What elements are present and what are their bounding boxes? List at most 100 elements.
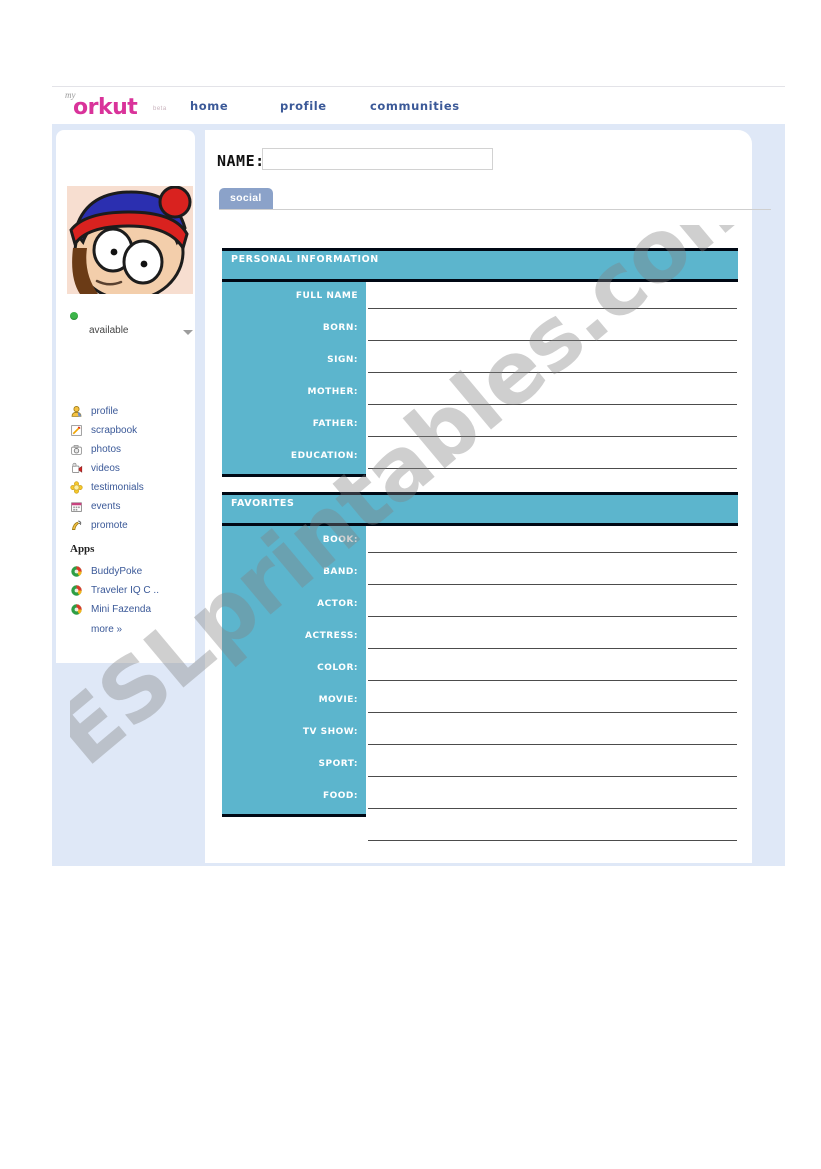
field-write-line <box>368 436 737 437</box>
field-label: FULL NAME <box>295 291 358 301</box>
field-write-line <box>368 552 737 553</box>
tab-social[interactable]: social <box>219 188 273 209</box>
field-label: TV SHOW: <box>302 727 358 737</box>
field-label: COLOR: <box>317 663 358 673</box>
orkut-logo[interactable]: my orkut beta <box>60 89 170 123</box>
field-write-line <box>368 680 737 681</box>
field-write-line <box>368 808 737 809</box>
field-row-actress[interactable]: ACTRESS: <box>222 622 738 654</box>
field-label: MOTHER: <box>307 387 358 397</box>
field-row-actor[interactable]: ACTOR: <box>222 590 738 622</box>
section-body: BOOK: BAND: ACTOR: ACTRESS: COLOR: MOVIE… <box>222 526 738 841</box>
camera-icon <box>71 445 82 455</box>
app-item-mini-fazenda[interactable]: Mini Fazenda <box>70 600 194 619</box>
section-header: PERSONAL INFORMATION <box>222 248 738 282</box>
field-label-cell: ACTRESS: <box>222 622 366 654</box>
video-camera-icon <box>72 462 83 473</box>
field-label-cell: FULL NAME <box>222 282 366 314</box>
sidebar-item-videos[interactable]: videos <box>70 459 194 478</box>
tab-bar: social <box>219 188 749 210</box>
field-label-cell: BAND: <box>222 558 366 590</box>
field-write-line <box>368 340 737 341</box>
sidebar-item-label: photos <box>91 444 122 455</box>
app-item-label: Mini Fazenda <box>91 604 152 615</box>
section-body: FULL NAME BORN: SIGN: MOTHER: FATHER: ED… <box>222 282 738 501</box>
section-title: FAVORITES <box>231 498 295 509</box>
status-selector[interactable]: available <box>67 312 193 344</box>
apps-list: BuddyPoke Traveler IQ C .. Mini Fazenda <box>70 562 194 619</box>
apps-more-link[interactable]: more » <box>91 624 122 635</box>
field-label-cell: MOVIE: <box>222 686 366 718</box>
tab-bar-divider <box>219 209 771 210</box>
field-row-color[interactable]: COLOR: <box>222 654 738 686</box>
field-row-father[interactable]: FATHER: <box>222 410 738 442</box>
field-write-line <box>368 616 737 617</box>
sidebar-item-scrapbook[interactable]: scrapbook <box>70 421 194 440</box>
nav-link-home[interactable]: home <box>190 99 228 113</box>
section-footer-rule <box>222 814 366 817</box>
section-title: PERSONAL INFORMATION <box>231 254 379 265</box>
app-item-buddypoke[interactable]: BuddyPoke <box>70 562 194 581</box>
field-label: EDUCATION: <box>290 451 358 461</box>
field-label-cell: TV SHOW: <box>222 718 366 750</box>
name-label: NAME: <box>217 152 265 170</box>
app-ball-icon <box>71 585 82 596</box>
sidebar-item-label: events <box>91 501 121 512</box>
field-row-tv-show[interactable]: TV SHOW: <box>222 718 738 750</box>
sidebar-item-label: testimonials <box>91 482 144 493</box>
field-label-cell: FATHER: <box>222 410 366 442</box>
sidebar-item-label: profile <box>91 406 119 417</box>
field-write-line <box>368 308 737 309</box>
app-item-traveler-iq[interactable]: Traveler IQ C .. <box>70 581 194 600</box>
field-write-line <box>368 468 737 469</box>
field-label-cell: ACTOR: <box>222 590 366 622</box>
sidebar-item-profile[interactable]: profile <box>70 402 194 421</box>
field-write-line <box>368 712 737 713</box>
app-ball-icon <box>71 604 82 615</box>
field-row-education[interactable]: EDUCATION: <box>222 442 738 474</box>
sidebar-item-photos[interactable]: photos <box>70 440 194 459</box>
field-label: FOOD: <box>322 791 358 801</box>
status-label: available <box>89 325 129 336</box>
field-label: ACTRESS: <box>305 631 358 641</box>
nav-link-communities[interactable]: communities <box>370 99 460 113</box>
sidebar-item-events[interactable]: events <box>70 497 194 516</box>
apps-section-title: Apps <box>70 543 95 555</box>
field-row-book[interactable]: BOOK: <box>222 526 738 558</box>
field-label: FATHER: <box>312 419 358 429</box>
field-row-movie[interactable]: MOVIE: <box>222 686 738 718</box>
app-item-label: BuddyPoke <box>91 566 143 577</box>
field-row-full-name[interactable]: FULL NAME <box>222 282 738 314</box>
sidebar-item-testimonials[interactable]: testimonials <box>70 478 194 497</box>
field-label-cell: SIGN: <box>222 346 366 378</box>
field-row-sign[interactable]: SIGN: <box>222 346 738 378</box>
field-row-sport[interactable]: SPORT: <box>222 750 738 782</box>
field-label: SPORT: <box>318 759 358 769</box>
avatar-image <box>67 186 193 294</box>
avatar[interactable] <box>67 186 193 294</box>
page-sheet: my orkut beta home profile communities a… <box>0 0 821 1169</box>
chevron-down-icon[interactable] <box>183 330 193 335</box>
field-label: SIGN: <box>327 355 358 365</box>
app-item-label: Traveler IQ C .. <box>91 585 159 596</box>
field-label: BAND: <box>323 567 358 577</box>
person-icon <box>71 406 82 417</box>
field-row-mother[interactable]: MOTHER: <box>222 378 738 410</box>
field-write-line <box>368 648 737 649</box>
field-row-band[interactable]: BAND: <box>222 558 738 590</box>
left-sidebar: available profile scrapbook photos video… <box>56 130 195 663</box>
name-input[interactable] <box>262 148 493 170</box>
main-content-panel: NAME: social PERSONAL INFORMATION FULL N… <box>205 130 771 863</box>
sidebar-item-label: videos <box>91 463 120 474</box>
notepad-pencil-icon <box>71 425 82 436</box>
field-label: ACTOR: <box>317 599 358 609</box>
field-row-food[interactable]: FOOD: <box>222 782 738 814</box>
nav-link-profile[interactable]: profile <box>280 99 327 113</box>
flower-star-icon <box>70 481 83 494</box>
field-row-born[interactable]: BORN: <box>222 314 738 346</box>
field-label-cell: FOOD: <box>222 782 366 814</box>
field-label-cell: SPORT: <box>222 750 366 782</box>
section-personal-information: PERSONAL INFORMATION FULL NAME BORN: SIG… <box>222 248 738 501</box>
field-write-line <box>368 584 737 585</box>
sidebar-item-promote[interactable]: promote <box>70 516 194 535</box>
